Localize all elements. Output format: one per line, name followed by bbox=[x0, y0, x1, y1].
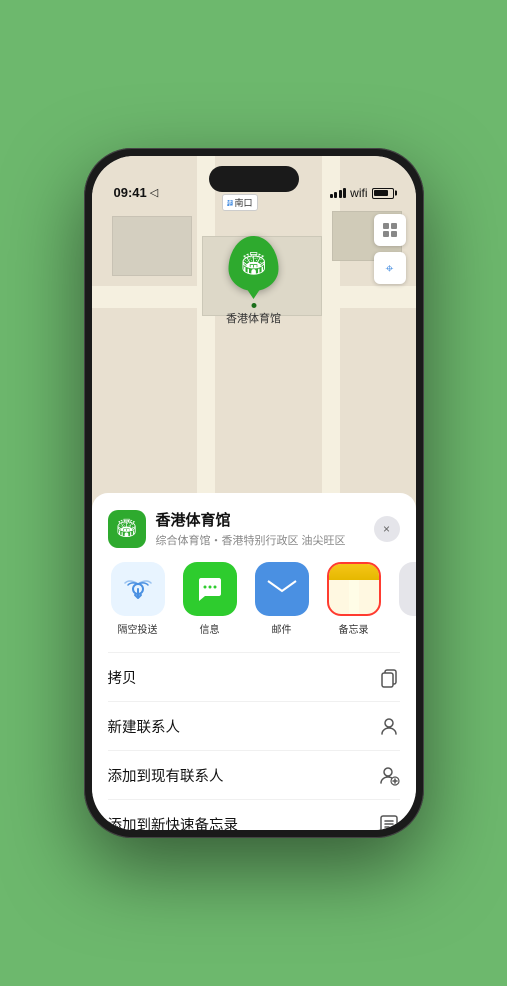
notes-header bbox=[329, 564, 379, 580]
compass-icon: ⌖ bbox=[386, 260, 394, 277]
phone-screen: 09:41 ◁ wifi bbox=[92, 156, 416, 830]
airdrop-icon-wrap bbox=[111, 562, 165, 616]
stadium-dot bbox=[251, 303, 256, 308]
sheet-header: 🏟 香港体育馆 综合体育馆・香港特别行政区 油尖旺区 × bbox=[108, 509, 400, 548]
status-time: 09:41 bbox=[114, 185, 147, 200]
signal-bar-1 bbox=[330, 194, 333, 198]
signal-bars bbox=[330, 188, 347, 198]
mail-label: 邮件 bbox=[272, 621, 292, 636]
venue-name: 香港体育馆 bbox=[156, 509, 374, 530]
map-block-1 bbox=[112, 216, 192, 276]
venue-icon: 🏟 bbox=[108, 510, 146, 548]
stadium-name-label: 香港体育馆 bbox=[226, 310, 281, 326]
notes-body bbox=[349, 580, 359, 614]
phone-frame: 09:41 ◁ wifi bbox=[84, 148, 424, 838]
notes-icon-wrap bbox=[327, 562, 381, 616]
quick-note-label: 添加到新快速备忘录 bbox=[108, 814, 239, 831]
location-icon: ◁ bbox=[150, 186, 158, 199]
stadium-icon: 🏟 bbox=[240, 251, 268, 277]
map-background bbox=[92, 156, 416, 547]
stadium-pin: 🏟 bbox=[229, 236, 279, 291]
venue-subtitle: 综合体育馆・香港特别行政区 油尖旺区 bbox=[156, 532, 374, 548]
add-contact-label: 添加到现有联系人 bbox=[108, 765, 224, 786]
copy-icon bbox=[378, 666, 400, 688]
messages-icon-wrap bbox=[183, 562, 237, 616]
mail-icon-wrap bbox=[255, 562, 309, 616]
new-contact-label: 新建联系人 bbox=[108, 716, 181, 737]
dynamic-island bbox=[209, 166, 299, 192]
signal-bar-2 bbox=[334, 192, 337, 198]
action-row-quick-note[interactable]: 添加到新快速备忘录 bbox=[108, 800, 400, 830]
map-area[interactable]: 地 南口 ⌖ 🏟 bbox=[92, 156, 416, 547]
messages-label: 信息 bbox=[200, 621, 220, 636]
signal-bar-3 bbox=[339, 190, 342, 198]
quick-note-icon bbox=[378, 813, 400, 830]
action-list: 拷贝 新建联系人 添加到现有联系人 bbox=[108, 652, 400, 830]
add-contact-icon bbox=[378, 764, 400, 786]
map-road-vertical-1 bbox=[197, 156, 215, 547]
status-icons: wifi bbox=[330, 186, 394, 200]
more-icon-wrap bbox=[399, 562, 416, 616]
map-type-button[interactable] bbox=[374, 214, 406, 246]
action-row-new-contact[interactable]: 新建联系人 bbox=[108, 702, 400, 751]
close-button[interactable]: × bbox=[374, 516, 400, 542]
action-row-copy[interactable]: 拷贝 bbox=[108, 653, 400, 702]
location-button[interactable]: ⌖ bbox=[374, 252, 406, 284]
share-item-notes[interactable]: 备忘录 bbox=[324, 562, 384, 636]
signal-bar-4 bbox=[343, 188, 346, 198]
action-row-add-contact[interactable]: 添加到现有联系人 bbox=[108, 751, 400, 800]
battery-icon bbox=[372, 188, 394, 199]
notes-label: 备忘录 bbox=[339, 621, 369, 636]
share-item-messages[interactable]: 信息 bbox=[180, 562, 240, 636]
wifi-icon: wifi bbox=[350, 186, 367, 200]
venue-info: 香港体育馆 综合体育馆・香港特别行政区 油尖旺区 bbox=[156, 509, 374, 548]
share-row: 隔空投送 信息 bbox=[108, 562, 400, 636]
new-contact-icon bbox=[378, 715, 400, 737]
stadium-marker: 🏟 香港体育馆 bbox=[226, 236, 281, 326]
map-controls: ⌖ bbox=[374, 214, 406, 290]
copy-label: 拷贝 bbox=[108, 667, 137, 688]
battery-fill bbox=[374, 190, 388, 196]
bottom-sheet: 🏟 香港体育馆 综合体育馆・香港特别行政区 油尖旺区 × bbox=[92, 493, 416, 830]
share-item-more[interactable]: 推 bbox=[396, 562, 416, 636]
share-item-airdrop[interactable]: 隔空投送 bbox=[108, 562, 168, 636]
share-item-mail[interactable]: 邮件 bbox=[252, 562, 312, 636]
airdrop-label: 隔空投送 bbox=[118, 621, 158, 636]
